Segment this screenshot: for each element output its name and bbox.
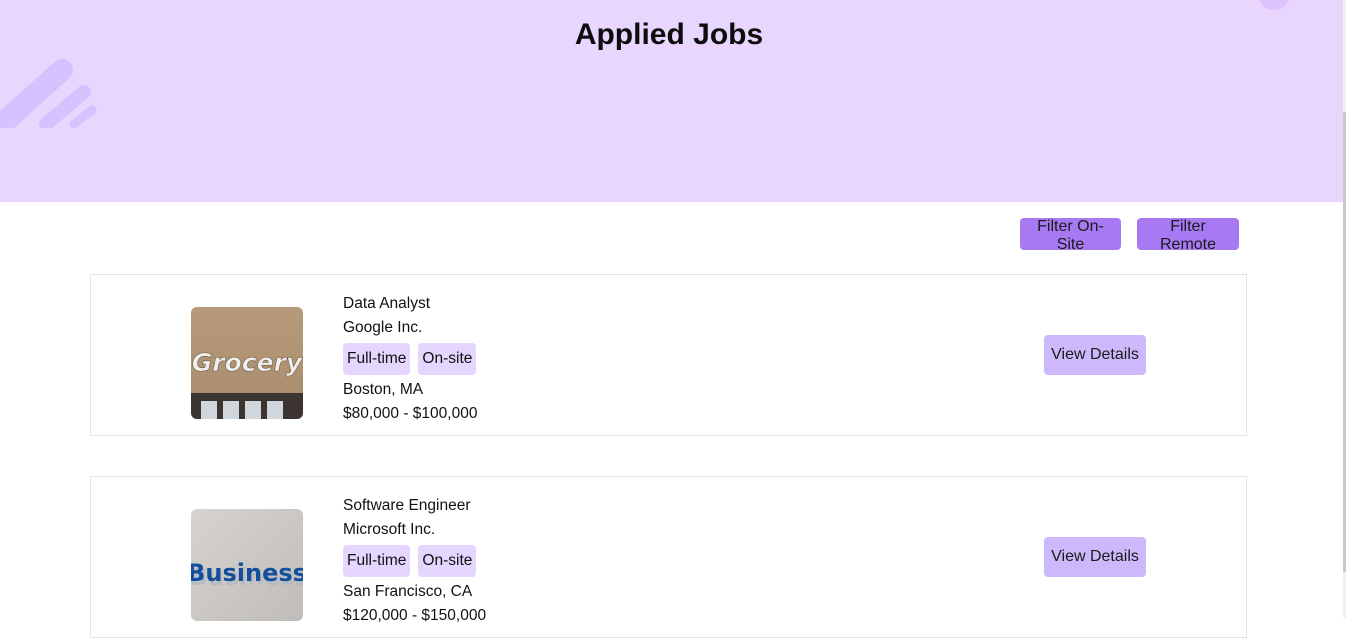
job-salary: $80,000 - $100,000 bbox=[343, 405, 478, 422]
company-name: Microsoft Inc. bbox=[343, 521, 436, 538]
job-title: Software Engineer bbox=[343, 497, 471, 514]
job-location: Boston, MA bbox=[343, 381, 424, 398]
job-title: Data Analyst bbox=[343, 295, 431, 312]
tag-employment-type: Full-time bbox=[343, 545, 411, 577]
job-tags: Full-time On-site bbox=[343, 545, 486, 577]
job-card: Grocery Data Analyst Google Inc. Full-ti… bbox=[90, 274, 1247, 436]
job-details: Software Engineer Microsoft Inc. Full-ti… bbox=[343, 495, 486, 629]
job-tags: Full-time On-site bbox=[343, 343, 477, 375]
page-header: Applied Jobs bbox=[0, 0, 1343, 202]
view-details-button[interactable]: View Details bbox=[1044, 335, 1146, 375]
job-card: Business Business Software Engineer Micr… bbox=[90, 476, 1247, 638]
job-location: San Francisco, CA bbox=[343, 583, 473, 600]
job-thumbnail-grocery: Grocery bbox=[191, 307, 303, 419]
view-details-button[interactable]: View Details bbox=[1044, 537, 1146, 577]
job-thumbnail-business: Business Business bbox=[191, 509, 303, 621]
company-name: Google Inc. bbox=[343, 319, 423, 336]
filter-on-site-button[interactable]: Filter On-Site bbox=[1020, 218, 1121, 253]
thumbnail-sign-text: Grocery bbox=[192, 348, 303, 377]
tag-employment-type: Full-time bbox=[343, 343, 411, 375]
thumbnail-sign-text: Business bbox=[191, 559, 303, 587]
page-title: Applied Jobs bbox=[574, 18, 764, 51]
tag-work-location: On-site bbox=[418, 545, 477, 577]
job-details: Data Analyst Google Inc. Full-time On-si… bbox=[343, 293, 477, 427]
job-salary: $120,000 - $150,000 bbox=[343, 607, 487, 624]
decorative-circle bbox=[1259, 0, 1289, 10]
decorative-stripes bbox=[0, 59, 97, 128]
tag-work-location: On-site bbox=[418, 343, 477, 375]
filter-remote-button[interactable]: Filter Remote bbox=[1137, 218, 1239, 253]
